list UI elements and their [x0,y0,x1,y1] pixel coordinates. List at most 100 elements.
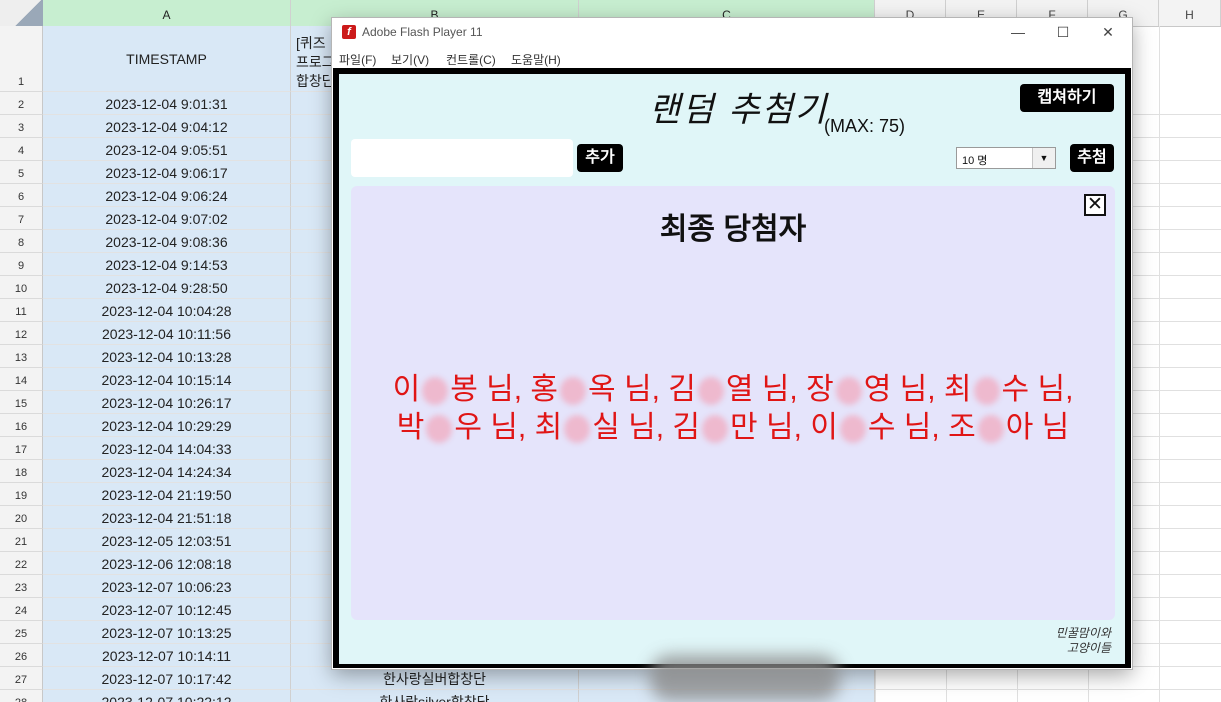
row-number[interactable]: 5 [0,161,43,184]
timestamp-cell[interactable]: 2023-12-04 21:51:18 [43,506,291,529]
row-number[interactable]: 14 [0,368,43,391]
timestamp-cell[interactable]: 2023-12-04 14:04:33 [43,437,291,460]
row-number[interactable]: 11 [0,299,43,322]
row-number-label: 26 [14,651,28,663]
column-header-a[interactable]: A [43,0,291,26]
winner-list: 이봉 님, 홍옥 님, 김열 님, 장영 님, 최수 님, 박우 님, 최실 님… [381,371,1085,447]
row-number[interactable]: 18 [0,460,43,483]
timestamp-cell[interactable]: 2023-12-04 10:13:28 [43,345,291,368]
row-number[interactable]: 1 [0,26,43,92]
timestamp-cell[interactable]: 2023-12-04 10:29:29 [43,414,291,437]
add-button[interactable]: 추가 [577,144,623,172]
row-number-label: 14 [14,375,28,387]
row-number[interactable]: 4 [0,138,43,161]
row-number-label: 24 [14,605,28,617]
menu-control[interactable]: 컨트롤(C) [446,51,496,68]
row-number[interactable]: 3 [0,115,43,138]
row-number[interactable]: 17 [0,437,43,460]
timestamp-cell[interactable]: 2023-12-04 9:06:17 [43,161,291,184]
minimize-button[interactable]: — [996,18,1040,46]
timestamp-cell[interactable]: 2023-12-04 9:06:24 [43,184,291,207]
timestamp-cell[interactable]: 2023-12-07 10:17:42 [43,667,291,690]
winner-count-select[interactable]: 10 명 ▼ [956,147,1056,169]
timestamp-cell[interactable]: 2023-12-04 9:08:36 [43,230,291,253]
row-number[interactable]: 23 [0,575,43,598]
row-number[interactable]: 27 [0,667,43,690]
timestamp-cell[interactable]: 2023-12-04 10:11:56 [43,322,291,345]
timestamp-cell[interactable]: 2023-12-05 12:03:51 [43,529,291,552]
row-number-label: 7 [17,214,25,226]
capture-button[interactable]: 캡쳐하기 [1020,84,1114,112]
row-number[interactable]: 16 [0,414,43,437]
row-number[interactable]: 20 [0,506,43,529]
row-number[interactable]: 28 [0,690,43,702]
row-number[interactable]: 24 [0,598,43,621]
maximize-button[interactable]: ☐ [1041,18,1085,46]
select-all-corner[interactable] [0,0,44,26]
winner-name-end: 아 님 [1005,411,1070,444]
choir-name-cell[interactable]: 한사랑실버합창단 [291,667,579,690]
row-number-label: 19 [14,490,28,502]
winner-name-end: 옥 님 [588,373,652,406]
blurred-region [650,655,840,701]
menu-view[interactable]: 보기(V) [391,51,429,68]
row-number-label: 11 [15,306,27,318]
row-number-label: 8 [17,237,25,249]
header-cell-timestamp[interactable]: TIMESTAMP [43,26,291,92]
grid-line [875,689,1221,690]
close-icon[interactable]: ✕ [1084,194,1106,216]
timestamp-cell[interactable]: 2023-12-04 10:04:28 [43,299,291,322]
winner-separator: , [517,411,535,444]
column-header-h[interactable]: H [1159,0,1221,26]
winner-name-end: 실 님 [592,411,656,444]
row-number[interactable]: 12 [0,322,43,345]
row-number[interactable]: 7 [0,207,43,230]
timestamp-cell[interactable]: 2023-12-04 14:24:34 [43,460,291,483]
winner-name-end: 영 님 [863,373,928,406]
menu-file[interactable]: 파일(F) [339,51,376,68]
row-number[interactable]: 13 [0,345,43,368]
menu-help[interactable]: 도움말(H) [511,51,561,68]
winner-separator: , [793,411,811,444]
timestamp-cell[interactable]: 2023-12-04 21:19:50 [43,483,291,506]
row-number[interactable]: 22 [0,552,43,575]
timestamp-cell[interactable]: 2023-12-04 9:04:12 [43,115,291,138]
row-number[interactable]: 2 [0,92,43,115]
row-number[interactable]: 25 [0,621,43,644]
timestamp-cell[interactable]: 2023-12-04 9:07:02 [43,207,291,230]
privacy-blur [835,377,862,406]
timestamp-cell[interactable]: 2023-12-07 10:12:45 [43,598,291,621]
timestamp-cell[interactable]: 2023-12-04 9:01:31 [43,92,291,115]
row-number[interactable]: 9 [0,253,43,276]
timestamp-cell[interactable]: 2023-12-07 10:22:12 [43,690,291,702]
row-number[interactable]: 21 [0,529,43,552]
winner-surname: 장 [806,373,834,406]
timestamp-cell[interactable]: 2023-12-07 10:14:11 [43,644,291,667]
name-input[interactable] [351,139,573,177]
menu-bar: 파일(F) 보기(V) 컨트롤(C) 도움말(H) [332,46,1132,68]
row-number[interactable]: 10 [0,276,43,299]
winner-surname: 최 [534,411,563,444]
row-number[interactable]: 26 [0,644,43,667]
row-number[interactable]: 15 [0,391,43,414]
draw-button[interactable]: 추첨 [1070,144,1114,172]
winner-name-end: 수 님 [867,411,932,444]
window-titlebar[interactable]: f Adobe Flash Player 11 — ☐ ✕ [332,18,1132,46]
row-number[interactable]: 8 [0,230,43,253]
row-number[interactable]: 6 [0,184,43,207]
timestamp-cell[interactable]: 2023-12-06 12:08:18 [43,552,291,575]
timestamp-cell[interactable]: 2023-12-07 10:13:25 [43,621,291,644]
row-number-label: 13 [14,352,28,364]
row-number-label: 17 [14,444,28,456]
close-window-button[interactable]: ✕ [1086,18,1130,46]
timestamp-cell[interactable]: 2023-12-04 10:15:14 [43,368,291,391]
timestamp-cell[interactable]: 2023-12-04 9:28:50 [43,276,291,299]
chevron-down-icon[interactable]: ▼ [1032,148,1055,168]
row-number[interactable]: 19 [0,483,43,506]
timestamp-cell[interactable]: 2023-12-04 10:26:17 [43,391,291,414]
timestamp-cell[interactable]: 2023-12-04 9:05:51 [43,138,291,161]
timestamp-cell[interactable]: 2023-12-07 10:06:23 [43,575,291,598]
timestamp-cell[interactable]: 2023-12-04 9:14:53 [43,253,291,276]
choir-name-cell[interactable]: 한사랑silver합창단 [291,690,579,702]
row-number-label: 20 [14,513,28,525]
